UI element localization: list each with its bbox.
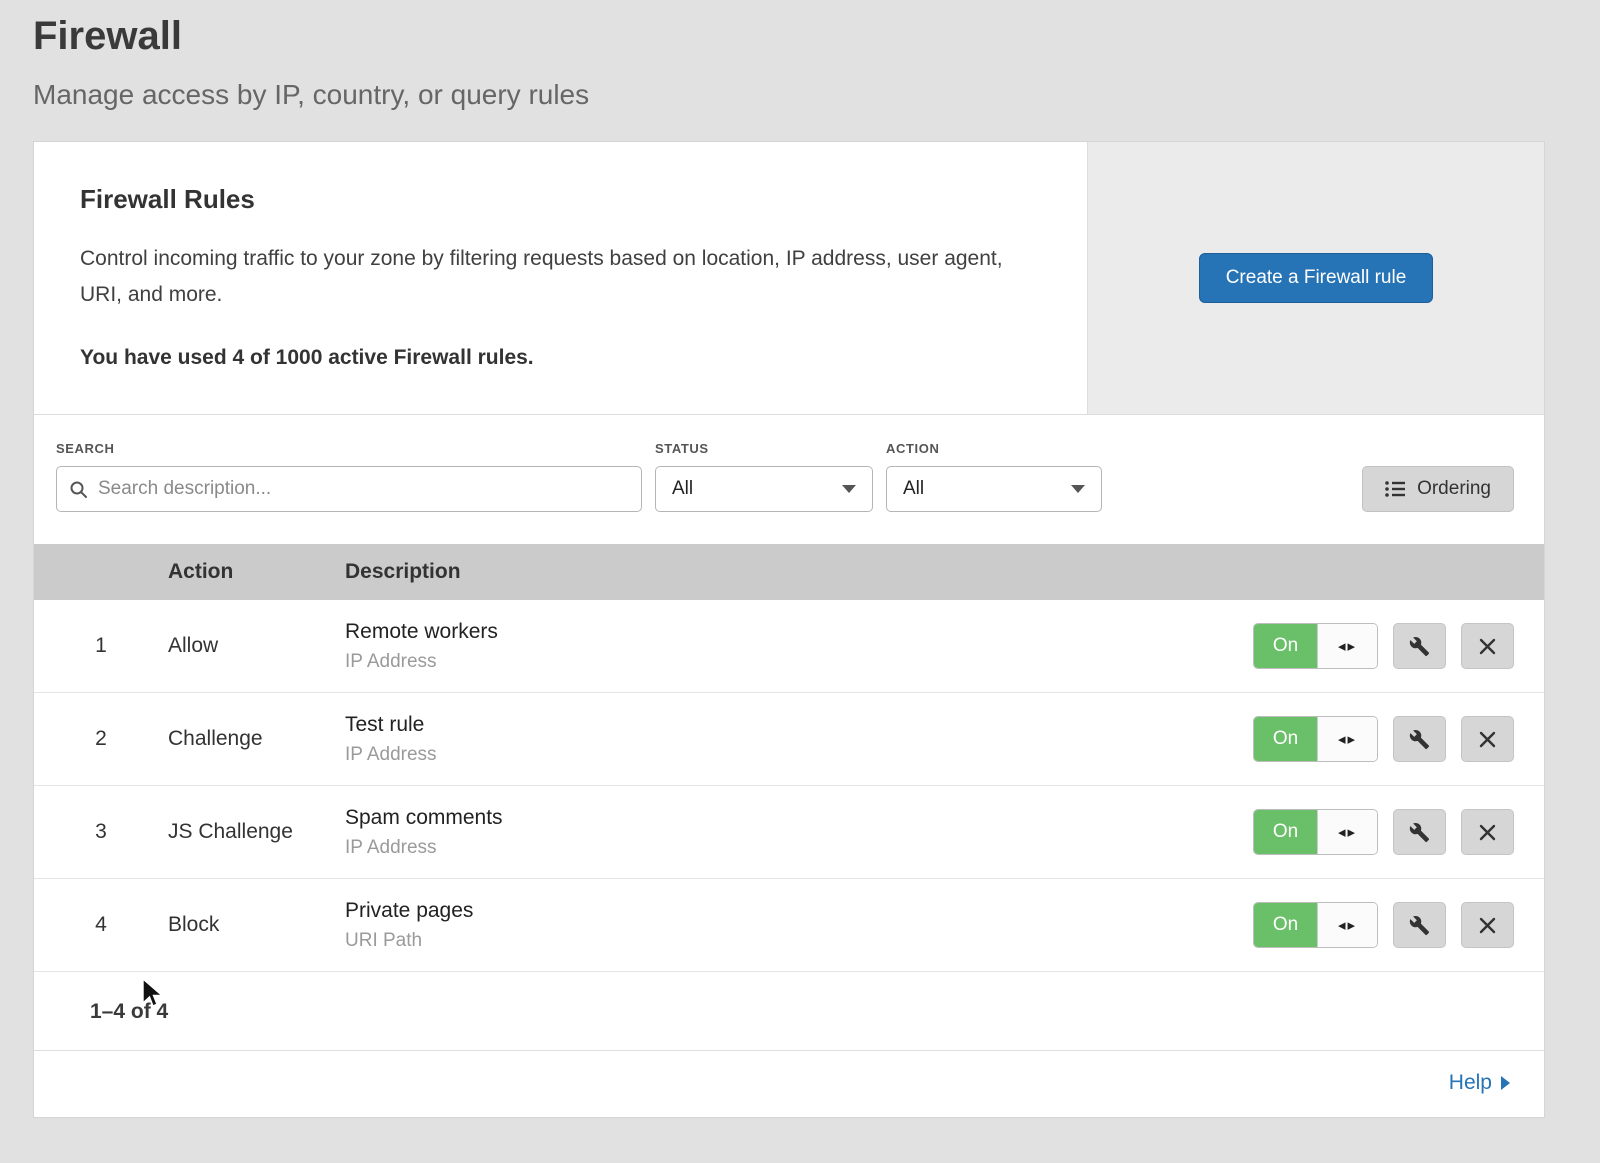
chevron-down-icon	[842, 485, 856, 493]
rule-toggle[interactable]: On ◂▸	[1253, 623, 1378, 669]
rule-controls: On ◂▸	[1253, 623, 1544, 669]
help-arrow-icon	[1501, 1076, 1510, 1090]
rule-action: Block	[168, 913, 345, 937]
table-row: 3 JS Challenge Spam comments IP Address …	[34, 786, 1544, 879]
card-footer: Help	[34, 1050, 1544, 1117]
rule-description-cell: Test rule IP Address	[345, 713, 1253, 766]
rule-match-type: IP Address	[345, 744, 1253, 766]
chevron-down-icon	[1071, 485, 1085, 493]
delete-rule-button[interactable]	[1461, 716, 1514, 762]
toggle-on-label: On	[1254, 717, 1317, 761]
close-icon	[1479, 731, 1496, 748]
rule-action: Challenge	[168, 727, 345, 751]
rule-action: Allow	[168, 634, 345, 658]
rule-toggle[interactable]: On ◂▸	[1253, 902, 1378, 948]
rule-description: Spam comments	[345, 806, 1253, 830]
rule-number: 1	[34, 634, 168, 658]
close-icon	[1479, 917, 1496, 934]
toggle-arrows-icon: ◂▸	[1317, 810, 1377, 854]
close-icon	[1479, 824, 1496, 841]
wrench-icon	[1409, 636, 1430, 657]
rule-controls: On ◂▸	[1253, 809, 1544, 855]
search-label: SEARCH	[56, 441, 642, 456]
rule-description: Test rule	[345, 713, 1253, 737]
search-input-wrapper	[56, 466, 642, 512]
rule-number: 3	[34, 820, 168, 844]
edit-rule-button[interactable]	[1393, 809, 1446, 855]
rule-match-type: IP Address	[345, 837, 1253, 859]
toggle-arrows-icon: ◂▸	[1317, 717, 1377, 761]
action-selected-value: All	[903, 478, 924, 500]
rule-toggle[interactable]: On ◂▸	[1253, 809, 1378, 855]
edit-rule-button[interactable]	[1393, 716, 1446, 762]
edit-rule-button[interactable]	[1393, 623, 1446, 669]
status-label: STATUS	[655, 441, 873, 456]
toggle-on-label: On	[1254, 624, 1317, 668]
search-input[interactable]	[96, 477, 629, 501]
page-title: Firewall	[33, 14, 1600, 59]
rules-usage-summary: You have used 4 of 1000 active Firewall …	[80, 346, 1027, 370]
search-icon	[69, 480, 88, 499]
action-filter: ACTION All	[886, 441, 1102, 512]
ordering-list-icon	[1385, 480, 1406, 498]
rule-match-type: IP Address	[345, 651, 1253, 673]
action-label: ACTION	[886, 441, 1102, 456]
close-icon	[1479, 638, 1496, 655]
delete-rule-button[interactable]	[1461, 902, 1514, 948]
table-header-row: Action Description	[34, 544, 1544, 600]
ordering-button-label: Ordering	[1417, 478, 1491, 500]
delete-rule-button[interactable]	[1461, 623, 1514, 669]
toggle-arrows-icon: ◂▸	[1317, 624, 1377, 668]
page-header: Firewall Manage access by IP, country, o…	[0, 0, 1600, 111]
rule-description-cell: Remote workers IP Address	[345, 620, 1253, 673]
table-header-action: Action	[168, 560, 345, 584]
table-row: 4 Block Private pages URI Path On ◂▸	[34, 879, 1544, 972]
pagination-summary: 1–4 of 4	[34, 972, 1544, 1050]
rules-overview-section: Firewall Rules Control incoming traffic …	[34, 142, 1544, 415]
rule-controls: On ◂▸	[1253, 902, 1544, 948]
rule-description-cell: Spam comments IP Address	[345, 806, 1253, 859]
firewall-rules-card: Firewall Rules Control incoming traffic …	[33, 141, 1545, 1118]
rules-description: Control incoming traffic to your zone by…	[80, 241, 1027, 312]
rule-description: Remote workers	[345, 620, 1253, 644]
status-filter: STATUS All	[655, 441, 873, 512]
search-filter: SEARCH	[56, 441, 642, 512]
rule-number: 2	[34, 727, 168, 751]
rule-description: Private pages	[345, 899, 1253, 923]
help-link[interactable]: Help	[1449, 1071, 1510, 1095]
rule-description-cell: Private pages URI Path	[345, 899, 1253, 952]
action-select[interactable]: All	[886, 466, 1102, 512]
wrench-icon	[1409, 822, 1430, 843]
edit-rule-button[interactable]	[1393, 902, 1446, 948]
toggle-arrows-icon: ◂▸	[1317, 903, 1377, 947]
page-subtitle: Manage access by IP, country, or query r…	[33, 79, 1600, 111]
toggle-on-label: On	[1254, 810, 1317, 854]
help-link-label: Help	[1449, 1071, 1492, 1095]
toggle-on-label: On	[1254, 903, 1317, 947]
ordering-button[interactable]: Ordering	[1362, 466, 1514, 512]
rule-number: 4	[34, 913, 168, 937]
rule-toggle[interactable]: On ◂▸	[1253, 716, 1378, 762]
status-selected-value: All	[672, 478, 693, 500]
table-row: 1 Allow Remote workers IP Address On ◂▸	[34, 600, 1544, 693]
delete-rule-button[interactable]	[1461, 809, 1514, 855]
filters-bar: SEARCH STATUS All ACTION All	[34, 415, 1544, 544]
rules-table: Action Description 1 Allow Remote worker…	[34, 544, 1544, 972]
rules-action-panel: Create a Firewall rule	[1087, 142, 1544, 414]
rules-section-title: Firewall Rules	[80, 184, 1027, 215]
wrench-icon	[1409, 729, 1430, 750]
rule-controls: On ◂▸	[1253, 716, 1544, 762]
rule-action: JS Challenge	[168, 820, 345, 844]
rule-match-type: URI Path	[345, 930, 1253, 952]
create-firewall-rule-button[interactable]: Create a Firewall rule	[1199, 253, 1434, 303]
rules-overview-text: Firewall Rules Control incoming traffic …	[34, 142, 1087, 414]
table-header-description: Description	[345, 560, 1544, 584]
table-row: 2 Challenge Test rule IP Address On ◂▸	[34, 693, 1544, 786]
wrench-icon	[1409, 915, 1430, 936]
status-select[interactable]: All	[655, 466, 873, 512]
